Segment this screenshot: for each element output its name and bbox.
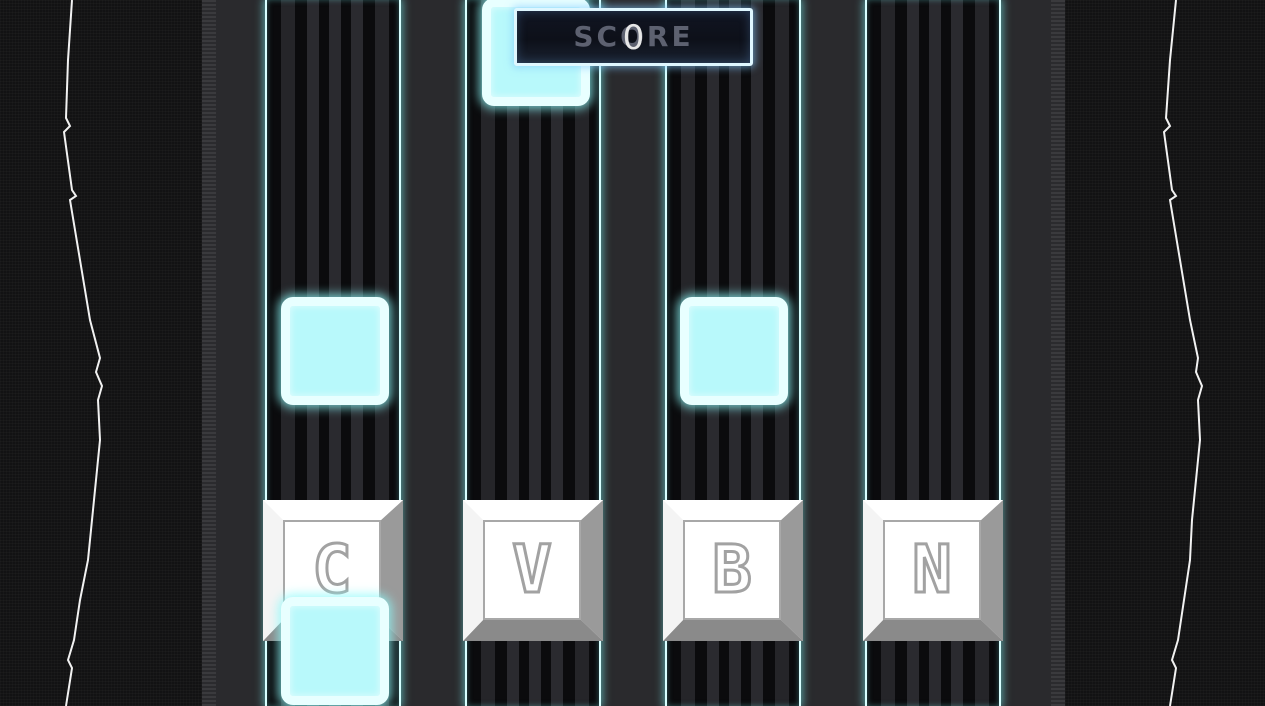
note-block-icon	[281, 297, 389, 405]
score-panel: SCORE 0	[514, 8, 753, 66]
keycap-face: B	[683, 520, 781, 620]
key-label: V	[511, 531, 554, 608]
keycap-face: V	[483, 520, 581, 620]
game-screen: C V B N SCORE 0	[0, 0, 1265, 706]
key-label: N	[911, 531, 954, 608]
key-label: B	[711, 531, 754, 608]
left-crack-edge	[62, 0, 104, 706]
key-v-button[interactable]: V	[463, 500, 603, 641]
play-board: C V B N	[202, 0, 1065, 706]
note-block-icon	[680, 297, 788, 405]
right-crack-edge	[1162, 0, 1204, 706]
score-value: 0	[622, 18, 645, 58]
key-label: C	[311, 531, 354, 608]
key-n-button[interactable]: N	[863, 500, 1003, 641]
key-b-button[interactable]: B	[663, 500, 803, 641]
note-block-icon	[281, 597, 389, 705]
keycap-face: N	[883, 520, 981, 620]
